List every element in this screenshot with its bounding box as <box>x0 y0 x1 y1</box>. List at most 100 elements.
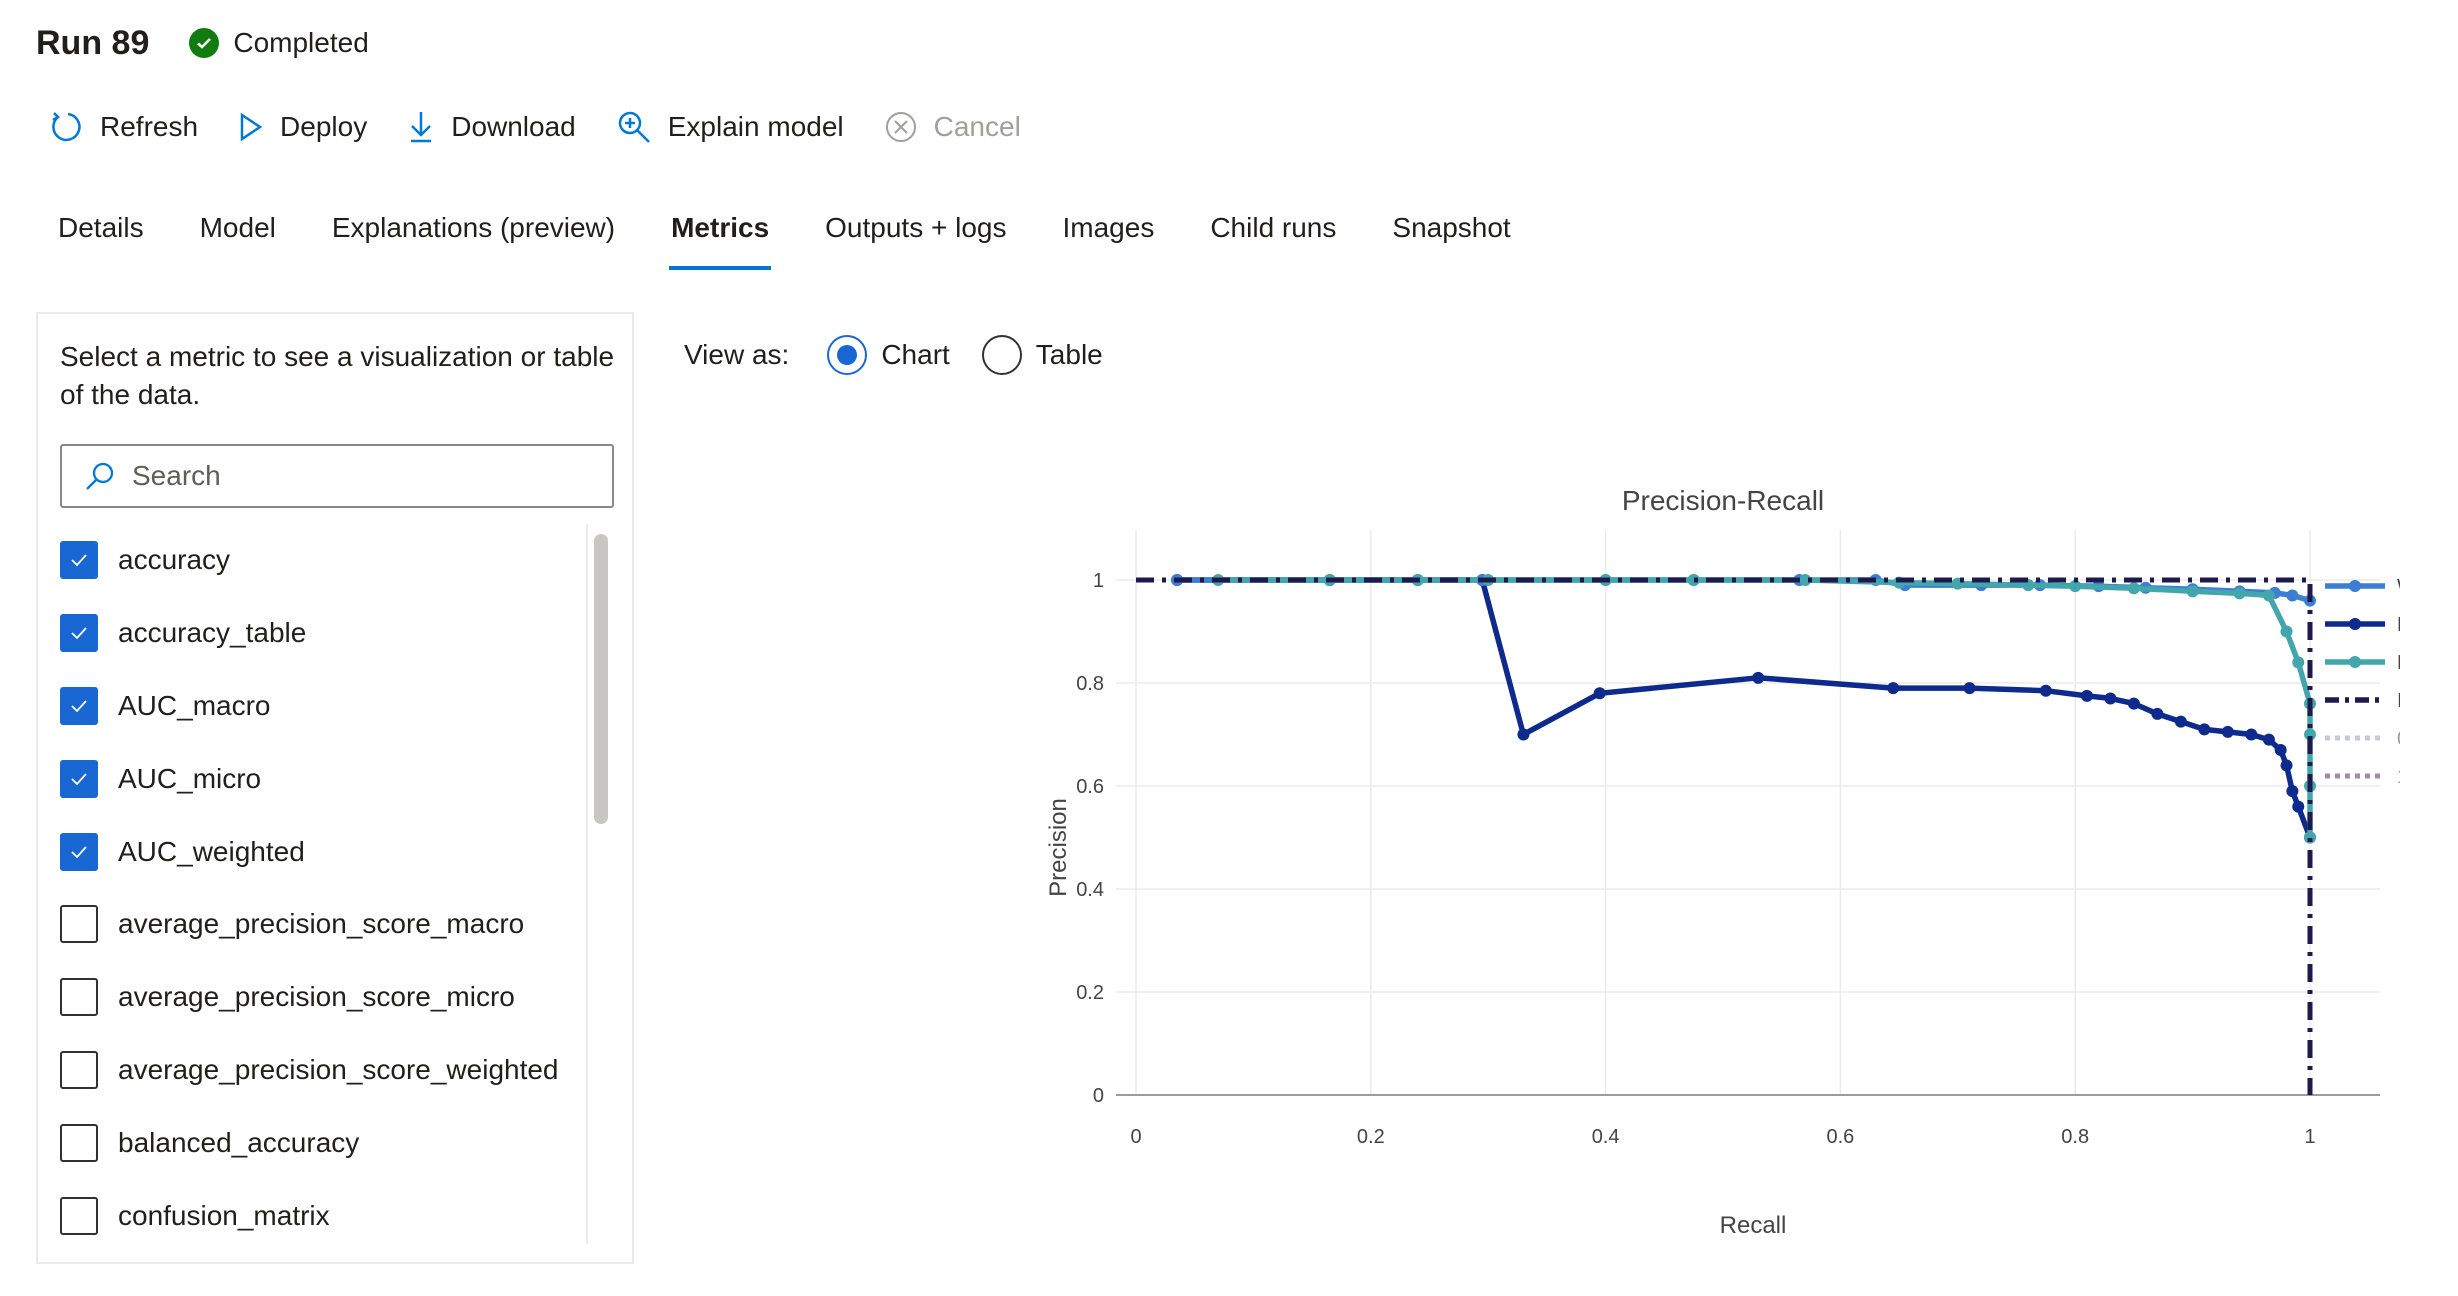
radio-table-label: Table <box>1035 339 1103 370</box>
y-axis-title: Precision <box>1045 798 1072 897</box>
series-line-macro-average <box>1177 577 2313 839</box>
metric-item[interactable]: AUC_micro <box>60 742 580 815</box>
status-indicator: Completed <box>189 27 369 59</box>
search-icon <box>86 462 114 490</box>
download-button[interactable]: Download <box>407 110 576 144</box>
legend-label[interactable]: 0 <box>2397 728 2400 750</box>
legend-label[interactable]: Weighted Average <box>2397 576 2400 598</box>
y-tick-label: 0.8 <box>1076 673 1104 695</box>
metric-item[interactable]: AUC_macro <box>60 670 580 743</box>
metric-label: AUC_weighted <box>118 835 305 867</box>
data-point <box>2127 697 2140 710</box>
tab-outputs-logs[interactable]: Outputs + logs <box>803 200 1028 280</box>
metric-label: average_precision_score_macro <box>118 908 525 940</box>
tab-explanations-preview[interactable]: Explanations (preview) <box>310 200 637 280</box>
refresh-icon <box>52 112 81 142</box>
metric-item[interactable]: confusion_matrix <box>60 1179 580 1252</box>
search-box[interactable] <box>60 444 614 508</box>
refresh-label: Refresh <box>100 111 199 142</box>
metric-checkbox[interactable] <box>60 1196 98 1235</box>
legend-label[interactable]: 1 <box>2397 766 2400 788</box>
checkmark-icon <box>71 700 87 713</box>
data-point <box>2221 725 2234 738</box>
cancel-button[interactable]: Cancel <box>884 110 1021 144</box>
data-point <box>2174 715 2187 728</box>
series-line-ideal <box>1136 577 2313 1095</box>
legend-marker <box>2349 656 2361 668</box>
metric-item[interactable]: average_precision_score_micro <box>60 961 580 1034</box>
metric-checkbox[interactable] <box>60 541 98 580</box>
metric-checkbox[interactable] <box>60 978 98 1017</box>
data-point <box>2292 800 2305 813</box>
tab-images[interactable]: Images <box>1041 200 1177 280</box>
precision-recall-chart: Precision-Recall 0 0.2 0.4 0.6 0.8 1 0 0.2 0.4 0.6… <box>1045 485 2400 1239</box>
metric-checkbox[interactable] <box>60 759 98 798</box>
metric-item[interactable]: average_precision_score_macro <box>60 888 580 961</box>
checkmark-icon <box>71 845 87 858</box>
metric-item[interactable]: accuracy <box>60 524 580 597</box>
data-point <box>2080 689 2093 702</box>
data-point <box>2198 723 2211 736</box>
play-icon <box>240 112 263 142</box>
view-as-group: View as: Chart Table <box>684 330 1135 380</box>
legend-marker <box>2349 618 2361 630</box>
metric-item[interactable]: balanced_accuracy <box>60 1106 580 1179</box>
tab-model[interactable]: Model <box>178 200 298 280</box>
download-icon <box>411 112 432 143</box>
metric-checkbox[interactable] <box>60 1123 98 1162</box>
radio-chart-circle[interactable] <box>827 335 868 375</box>
y-tick-label: 0 <box>1093 1085 1104 1107</box>
scrollbar-thumb[interactable] <box>594 534 608 824</box>
data-point <box>2286 589 2299 602</box>
deploy-button[interactable]: Deploy <box>238 111 367 143</box>
legend-label[interactable]: Micro Average <box>2397 652 2400 674</box>
metric-checkbox[interactable] <box>60 905 98 944</box>
chart-title: Precision-Recall <box>1622 485 1824 516</box>
y-tick-label: 0.4 <box>1076 879 1104 901</box>
deploy-label: Deploy <box>280 111 368 142</box>
metric-item[interactable]: accuracy_table <box>60 597 580 670</box>
refresh-button[interactable]: Refresh <box>48 109 198 145</box>
data-point <box>2245 728 2258 741</box>
zoom-in-icon <box>618 111 650 143</box>
x-tick-label: 0.4 <box>1592 1126 1620 1148</box>
x-tick-label: 0 <box>1130 1126 1141 1148</box>
metric-label: average_precision_score_weighted <box>118 1053 559 1085</box>
explain-model-button[interactable]: Explain model <box>616 109 844 145</box>
scrollbar[interactable] <box>586 524 614 1244</box>
radio-chart[interactable]: Chart <box>827 335 950 375</box>
tab-snapshot[interactable]: Snapshot <box>1370 200 1532 280</box>
radio-table-circle[interactable] <box>981 335 1022 375</box>
x-tick-label: 0.6 <box>1826 1126 1854 1148</box>
metric-label: AUC_micro <box>118 762 262 794</box>
tab-metrics[interactable]: Metrics <box>649 200 791 280</box>
metric-label: accuracy <box>118 544 231 576</box>
metric-label: accuracy_table <box>118 617 307 649</box>
download-label: Download <box>451 111 576 142</box>
metric-checkbox[interactable] <box>60 614 98 653</box>
data-point <box>2039 684 2052 697</box>
data-point <box>2262 733 2275 746</box>
metric-item[interactable]: average_precision_score_weighted <box>60 1034 580 1107</box>
legend-label[interactable]: Ideal <box>2397 690 2400 712</box>
checkmark-icon <box>71 773 87 786</box>
legend-label[interactable]: Macro Average <box>2397 614 2400 636</box>
data-point <box>2127 582 2140 595</box>
title-row: Run 89 Completed <box>36 18 369 68</box>
checkmark-icon <box>71 627 87 640</box>
data-point <box>2233 587 2246 600</box>
metric-label: confusion_matrix <box>118 1199 330 1231</box>
explain-model-label: Explain model <box>667 111 844 142</box>
metric-item[interactable]: AUC_weighted <box>60 815 580 888</box>
metric-checkbox[interactable] <box>60 1050 98 1089</box>
tab-child-runs[interactable]: Child runs <box>1188 200 1358 280</box>
data-point <box>2104 692 2117 705</box>
radio-table[interactable]: Table <box>981 335 1103 375</box>
data-point <box>2286 785 2299 798</box>
search-input[interactable] <box>130 459 594 493</box>
tab-details[interactable]: Details <box>36 200 166 280</box>
metric-checkbox[interactable] <box>60 832 98 871</box>
x-tick-label: 0.2 <box>1357 1126 1385 1148</box>
data-point <box>2262 589 2275 602</box>
metric-checkbox[interactable] <box>60 686 98 725</box>
